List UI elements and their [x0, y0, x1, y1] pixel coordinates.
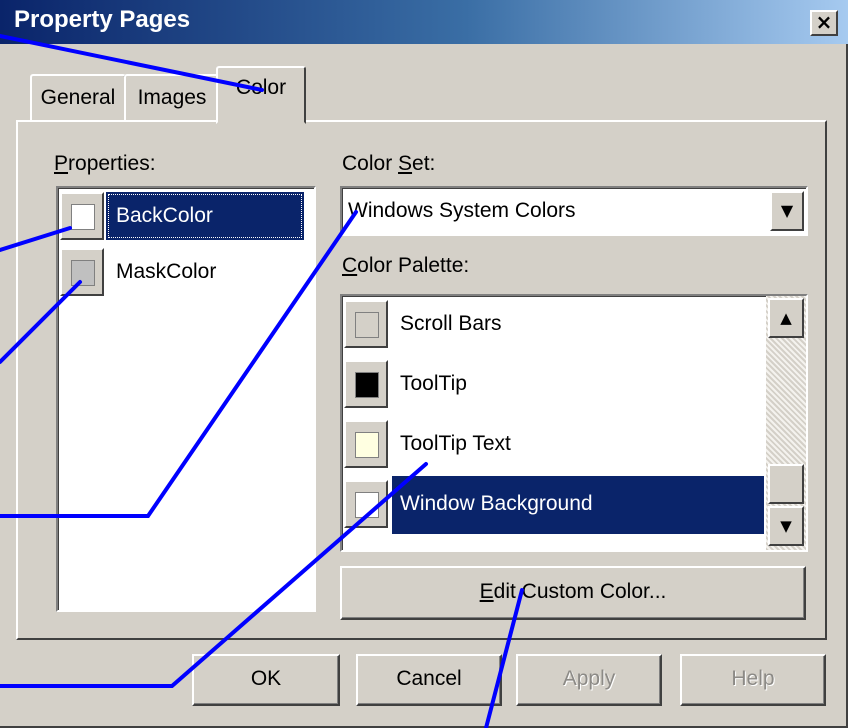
palette-item-tooltip[interactable]: ToolTip: [342, 356, 764, 414]
maskcolor-chip: [71, 260, 95, 286]
scroll-up-button[interactable]: ▲: [768, 298, 804, 338]
palette-item-scroll-bars[interactable]: Scroll Bars: [342, 296, 764, 354]
palette-item-tooltip-text[interactable]: ToolTip Text: [342, 416, 764, 474]
tab-images[interactable]: Images: [124, 74, 220, 122]
arrow-down-icon: ▼: [780, 517, 792, 535]
tab-color-label: Color: [235, 76, 287, 99]
cancel-button[interactable]: Cancel: [356, 654, 502, 706]
window-title: Property Pages: [14, 6, 191, 33]
window-background-swatch: [344, 480, 388, 528]
palette-item-label: ToolTip: [400, 372, 467, 395]
palette-scrollbar-thumb[interactable]: [768, 464, 804, 504]
scroll-bars-chip: [355, 312, 379, 338]
color-set-dropdown-button[interactable]: ▼: [770, 191, 804, 231]
arrow-up-icon: ▲: [780, 309, 792, 327]
tab-color[interactable]: Color: [216, 66, 306, 124]
window-background-chip: [355, 492, 379, 518]
color-set-label: Color Set:: [342, 152, 436, 175]
close-icon: ×: [815, 10, 833, 34]
tab-panel-color: Properties: BackColor MaskColor Color Se…: [16, 120, 827, 640]
properties-item-label: BackColor: [116, 204, 213, 227]
tab-general-label: General: [40, 86, 116, 109]
apply-button[interactable]: Apply: [516, 654, 662, 706]
tab-images-label: Images: [137, 86, 207, 109]
color-set-value: Windows System Colors: [348, 199, 576, 222]
properties-item-backcolor[interactable]: BackColor: [106, 192, 304, 240]
scroll-bars-swatch: [344, 300, 388, 348]
close-button[interactable]: ×: [810, 10, 838, 36]
palette-item-label: Scroll Bars: [400, 312, 502, 335]
tab-general[interactable]: General: [30, 74, 126, 122]
properties-item-label: MaskColor: [116, 260, 217, 283]
edit-custom-color-button[interactable]: Edit Custom Color...: [340, 566, 806, 620]
help-button[interactable]: Help: [680, 654, 826, 706]
scroll-down-button[interactable]: ▼: [768, 506, 804, 546]
properties-label: Properties:: [54, 152, 156, 175]
backcolor-chip: [71, 204, 95, 230]
chevron-down-icon: ▼: [780, 201, 794, 220]
tooltip-chip: [355, 372, 379, 398]
tooltip-text-swatch: [344, 420, 388, 468]
properties-list[interactable]: BackColor MaskColor: [56, 186, 316, 612]
title-bar[interactable]: Property Pages ×: [0, 0, 848, 44]
color-set-combo[interactable]: Windows System Colors ▼: [340, 186, 808, 236]
property-pages-dialog: Property Pages × General Images Color Pr…: [0, 0, 848, 728]
color-palette-label: Color Palette:: [342, 254, 470, 277]
ok-button[interactable]: OK: [192, 654, 340, 706]
tooltip-swatch: [344, 360, 388, 408]
backcolor-swatch: [60, 192, 104, 240]
properties-item-maskcolor[interactable]: MaskColor: [106, 248, 304, 296]
tooltip-text-chip: [355, 432, 379, 458]
palette-item-label: Window Background: [400, 492, 593, 515]
palette-item-window-background[interactable]: Window Background: [342, 476, 764, 534]
color-palette-list[interactable]: Scroll Bars ToolTip ToolTip Text Window …: [340, 294, 808, 552]
maskcolor-swatch: [60, 248, 104, 296]
palette-item-label: ToolTip Text: [400, 432, 511, 455]
